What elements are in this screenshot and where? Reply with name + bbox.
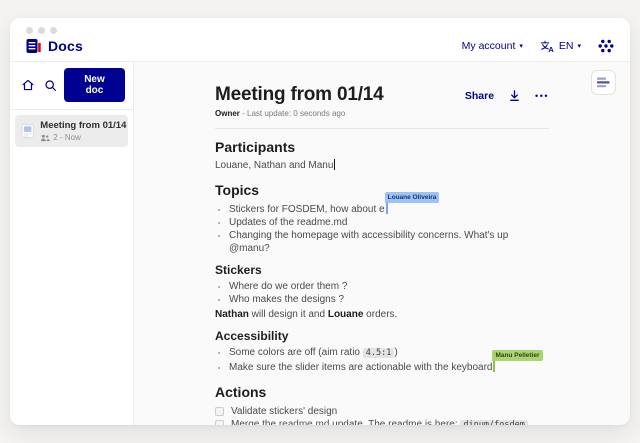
doc-item-meta-text: 2 - Now [53,133,81,142]
stickers-note: Nathan will design it and Louane orders. [215,308,549,321]
apps-grid-icon [598,38,614,54]
top-navigation: My account ▾ A EN ▾ [462,38,614,54]
checkbox[interactable] [215,407,224,416]
my-account-menu[interactable]: My account ▾ [462,40,523,52]
window-dot[interactable] [38,27,45,34]
users-icon [40,134,50,142]
collaborator-cursor: Manu Pelletier [493,360,495,372]
heading-accessibility: Accessibility [215,329,549,343]
sidebar-toolbar: New doc [10,62,133,110]
doc-meta: Owner - Last update: 0 seconds ago [215,109,549,118]
document-icon [21,123,34,139]
home-icon [21,78,35,92]
inline-code: 4.5:1 [363,348,395,358]
translate-icon: A [540,40,555,53]
list-item: Where do we order them ? [229,280,549,293]
text-cursor [334,159,335,170]
download-icon [508,89,521,102]
doc-owner-badge: Owner [215,109,240,118]
doc-list-item[interactable]: Meeting from 01/14 2 - Now [15,115,128,147]
heading-stickers: Stickers [215,263,549,277]
checklist-item: Merge the readme.md update. The readme i… [215,418,549,425]
window-dot[interactable] [26,27,33,34]
more-options-button[interactable]: ••• [535,92,549,100]
app-name: Docs [48,38,83,54]
share-button[interactable]: Share [465,90,494,102]
list-item: Changing the homepage with accessibility… [229,229,549,255]
doc-actions: Share ••• [465,88,549,105]
collaborator-name-badge: Louane Oliveira [385,192,440,203]
window-dot[interactable] [50,27,57,34]
doc-last-update: - Last update: 0 seconds ago [240,109,345,118]
search-icon [44,79,57,92]
list-item: Make sure the slider items are actionabl… [229,360,549,374]
readme-link[interactable]: readme.md [279,419,330,426]
chevron-down-icon: ▾ [577,42,581,50]
doc-item-title: Meeting from 01/14 [40,120,122,131]
app-logo[interactable]: Docs [26,38,83,54]
accessibility-list: Some colors are off (aim ratio 4.5:1) Ma… [215,346,549,374]
collaborator-name-badge: Manu Pelletier [492,350,542,361]
list-icon [597,77,610,88]
window-controls [10,18,630,37]
main-area: Meeting from 01/14 Share ••• Owner - Las… [134,62,630,425]
heading-participants: Participants [215,139,549,155]
search-button[interactable] [41,75,61,95]
checklist-item: Validate stickers' design [215,405,549,418]
topics-list: Stickers for FOSDEM, how about eLouane O… [215,202,549,255]
collaborator-cursor: Louane Oliveira [386,202,388,214]
new-doc-button[interactable]: New doc [64,68,125,102]
doc-title: Meeting from 01/14 [215,85,384,105]
doc-item-meta: 2 - Now [40,133,122,142]
doc-list: Meeting from 01/14 2 - Now [10,110,133,152]
docs-logo-icon [26,38,41,54]
heading-actions: Actions [215,384,549,400]
chevron-down-icon: ▾ [519,42,523,50]
home-button[interactable] [18,75,38,95]
table-of-contents-button[interactable] [591,70,616,95]
list-item: Stickers for FOSDEM, how about eLouane O… [229,202,549,216]
participants-text: Louane, Nathan and Manu [215,159,549,172]
svg-text:A: A [548,44,554,52]
checkbox[interactable] [215,420,224,425]
inline-code: dinum/fosdem [460,420,527,426]
heading-topics: Topics [215,182,549,198]
stickers-list: Where do we order them ? Who makes the d… [215,280,549,306]
my-account-label: My account [462,40,516,52]
apps-grid-button[interactable] [598,38,614,54]
list-item: Who makes the designs ? [229,293,549,306]
list-item: Updates of the readme.md [229,216,549,229]
language-menu[interactable]: A EN ▾ [540,40,581,53]
app-header: Docs My account ▾ A EN ▾ [10,37,630,62]
document-editor[interactable]: Meeting from 01/14 Share ••• Owner - Las… [215,85,549,425]
browser-window: Docs My account ▾ A EN ▾ [10,18,630,425]
download-button[interactable] [507,88,522,103]
sidebar: New doc Meeting from 01/14 [10,62,134,425]
language-label: EN [559,40,574,52]
actions-checklist: Validate stickers' design Merge the read… [215,405,549,425]
divider [215,128,549,129]
